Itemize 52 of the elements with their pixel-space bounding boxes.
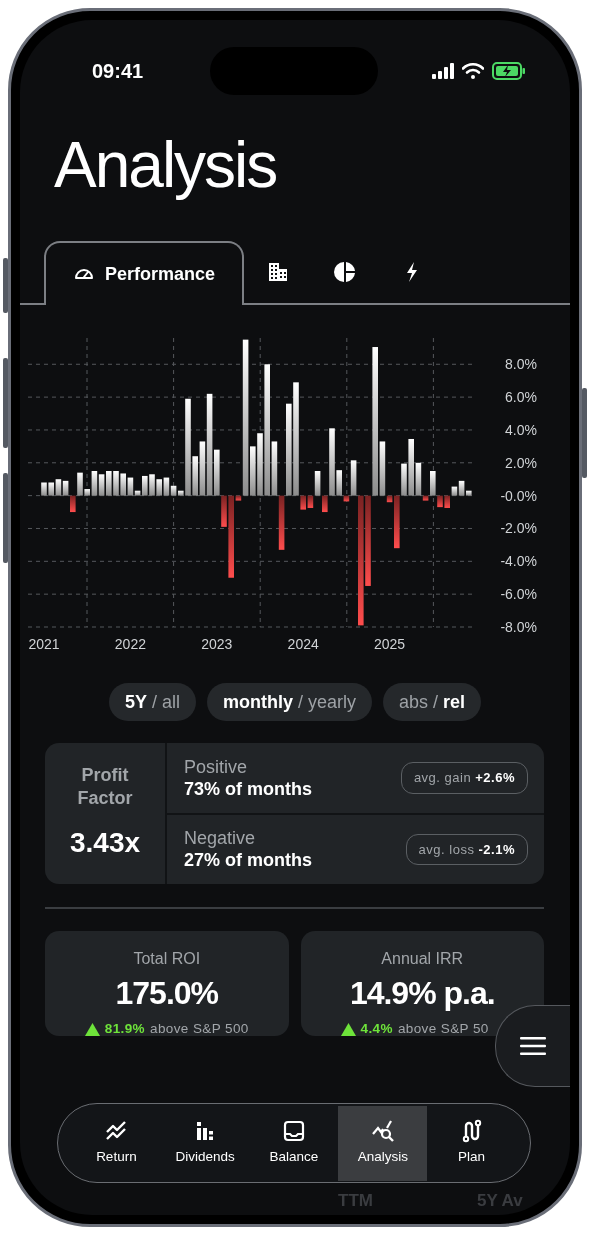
tab[interactable]: Performance (44, 241, 244, 305)
nav-tab[interactable]: Dividends (160, 1105, 250, 1181)
stat-label: Negative (184, 827, 257, 850)
axis-label: 2023 (201, 636, 233, 652)
chart-search-icon (370, 1118, 395, 1143)
metric-label: Annual IRR (381, 949, 464, 969)
average-badge: avg. loss -2.1% (405, 833, 528, 865)
nav-tab[interactable]: Plan (427, 1105, 516, 1181)
segment-toggle[interactable]: monthly / yearly (206, 683, 372, 721)
profit-factor-label: Profit Factor (76, 763, 134, 810)
delta-value: 81.9% (104, 1020, 145, 1038)
signal-icon (432, 63, 454, 79)
stat-value: 73% of months (184, 777, 312, 800)
menu-icon (520, 1036, 546, 1056)
menu-button[interactable] (495, 1005, 570, 1087)
up-triangle-icon (84, 1022, 100, 1036)
axis-label: 6.0% (505, 389, 537, 406)
pie-chart-icon (333, 261, 356, 283)
up-triangle-icon (340, 1022, 356, 1036)
comparison-text: above S&P 500 (150, 1020, 249, 1038)
average-badge: avg. gain +2.6% (400, 762, 528, 794)
battery-icon (492, 62, 526, 80)
profit-factor-value: 3.43x (69, 825, 141, 860)
nav-tab[interactable]: Balance (249, 1105, 339, 1181)
axis-label: 2022 (114, 636, 146, 652)
stat-value: 27% of months (184, 849, 312, 872)
comparison-text: above S&P 50 (397, 1020, 489, 1038)
axis-label: 4.0% (505, 421, 537, 438)
metric-value: 175.0% (115, 974, 218, 1013)
stat-label: Positive (184, 755, 249, 778)
status-time: 09:41 (92, 59, 144, 84)
delta-value: 4.4% (360, 1020, 393, 1038)
nav-tab[interactable]: Analysis (338, 1105, 428, 1181)
axis-label: -0.0% (500, 487, 537, 504)
inbox-icon (282, 1118, 306, 1143)
axis-label: -8.0% (500, 619, 537, 635)
axis-label: -4.0% (500, 553, 537, 570)
axis-label: -6.0% (500, 586, 537, 603)
axis-label: 2025 (374, 636, 406, 652)
axis-label: 2021 (28, 636, 60, 652)
page-title: Analysis (54, 128, 278, 203)
axis-label: 8.0% (505, 356, 537, 373)
nav-tab[interactable]: Return (72, 1105, 161, 1181)
metric-label: Total ROI (133, 949, 201, 969)
building-icon (266, 261, 289, 283)
wifi-icon (462, 63, 484, 79)
axis-label: -2.0% (500, 520, 537, 537)
segment-toggle[interactable]: 5Y / all (108, 683, 196, 721)
segment-toggle[interactable]: abs / rel (383, 683, 482, 721)
axis-label: 2024 (287, 636, 319, 652)
metric-value: 14.9% p.a. (349, 974, 495, 1013)
axis-label: 2.0% (505, 454, 537, 471)
